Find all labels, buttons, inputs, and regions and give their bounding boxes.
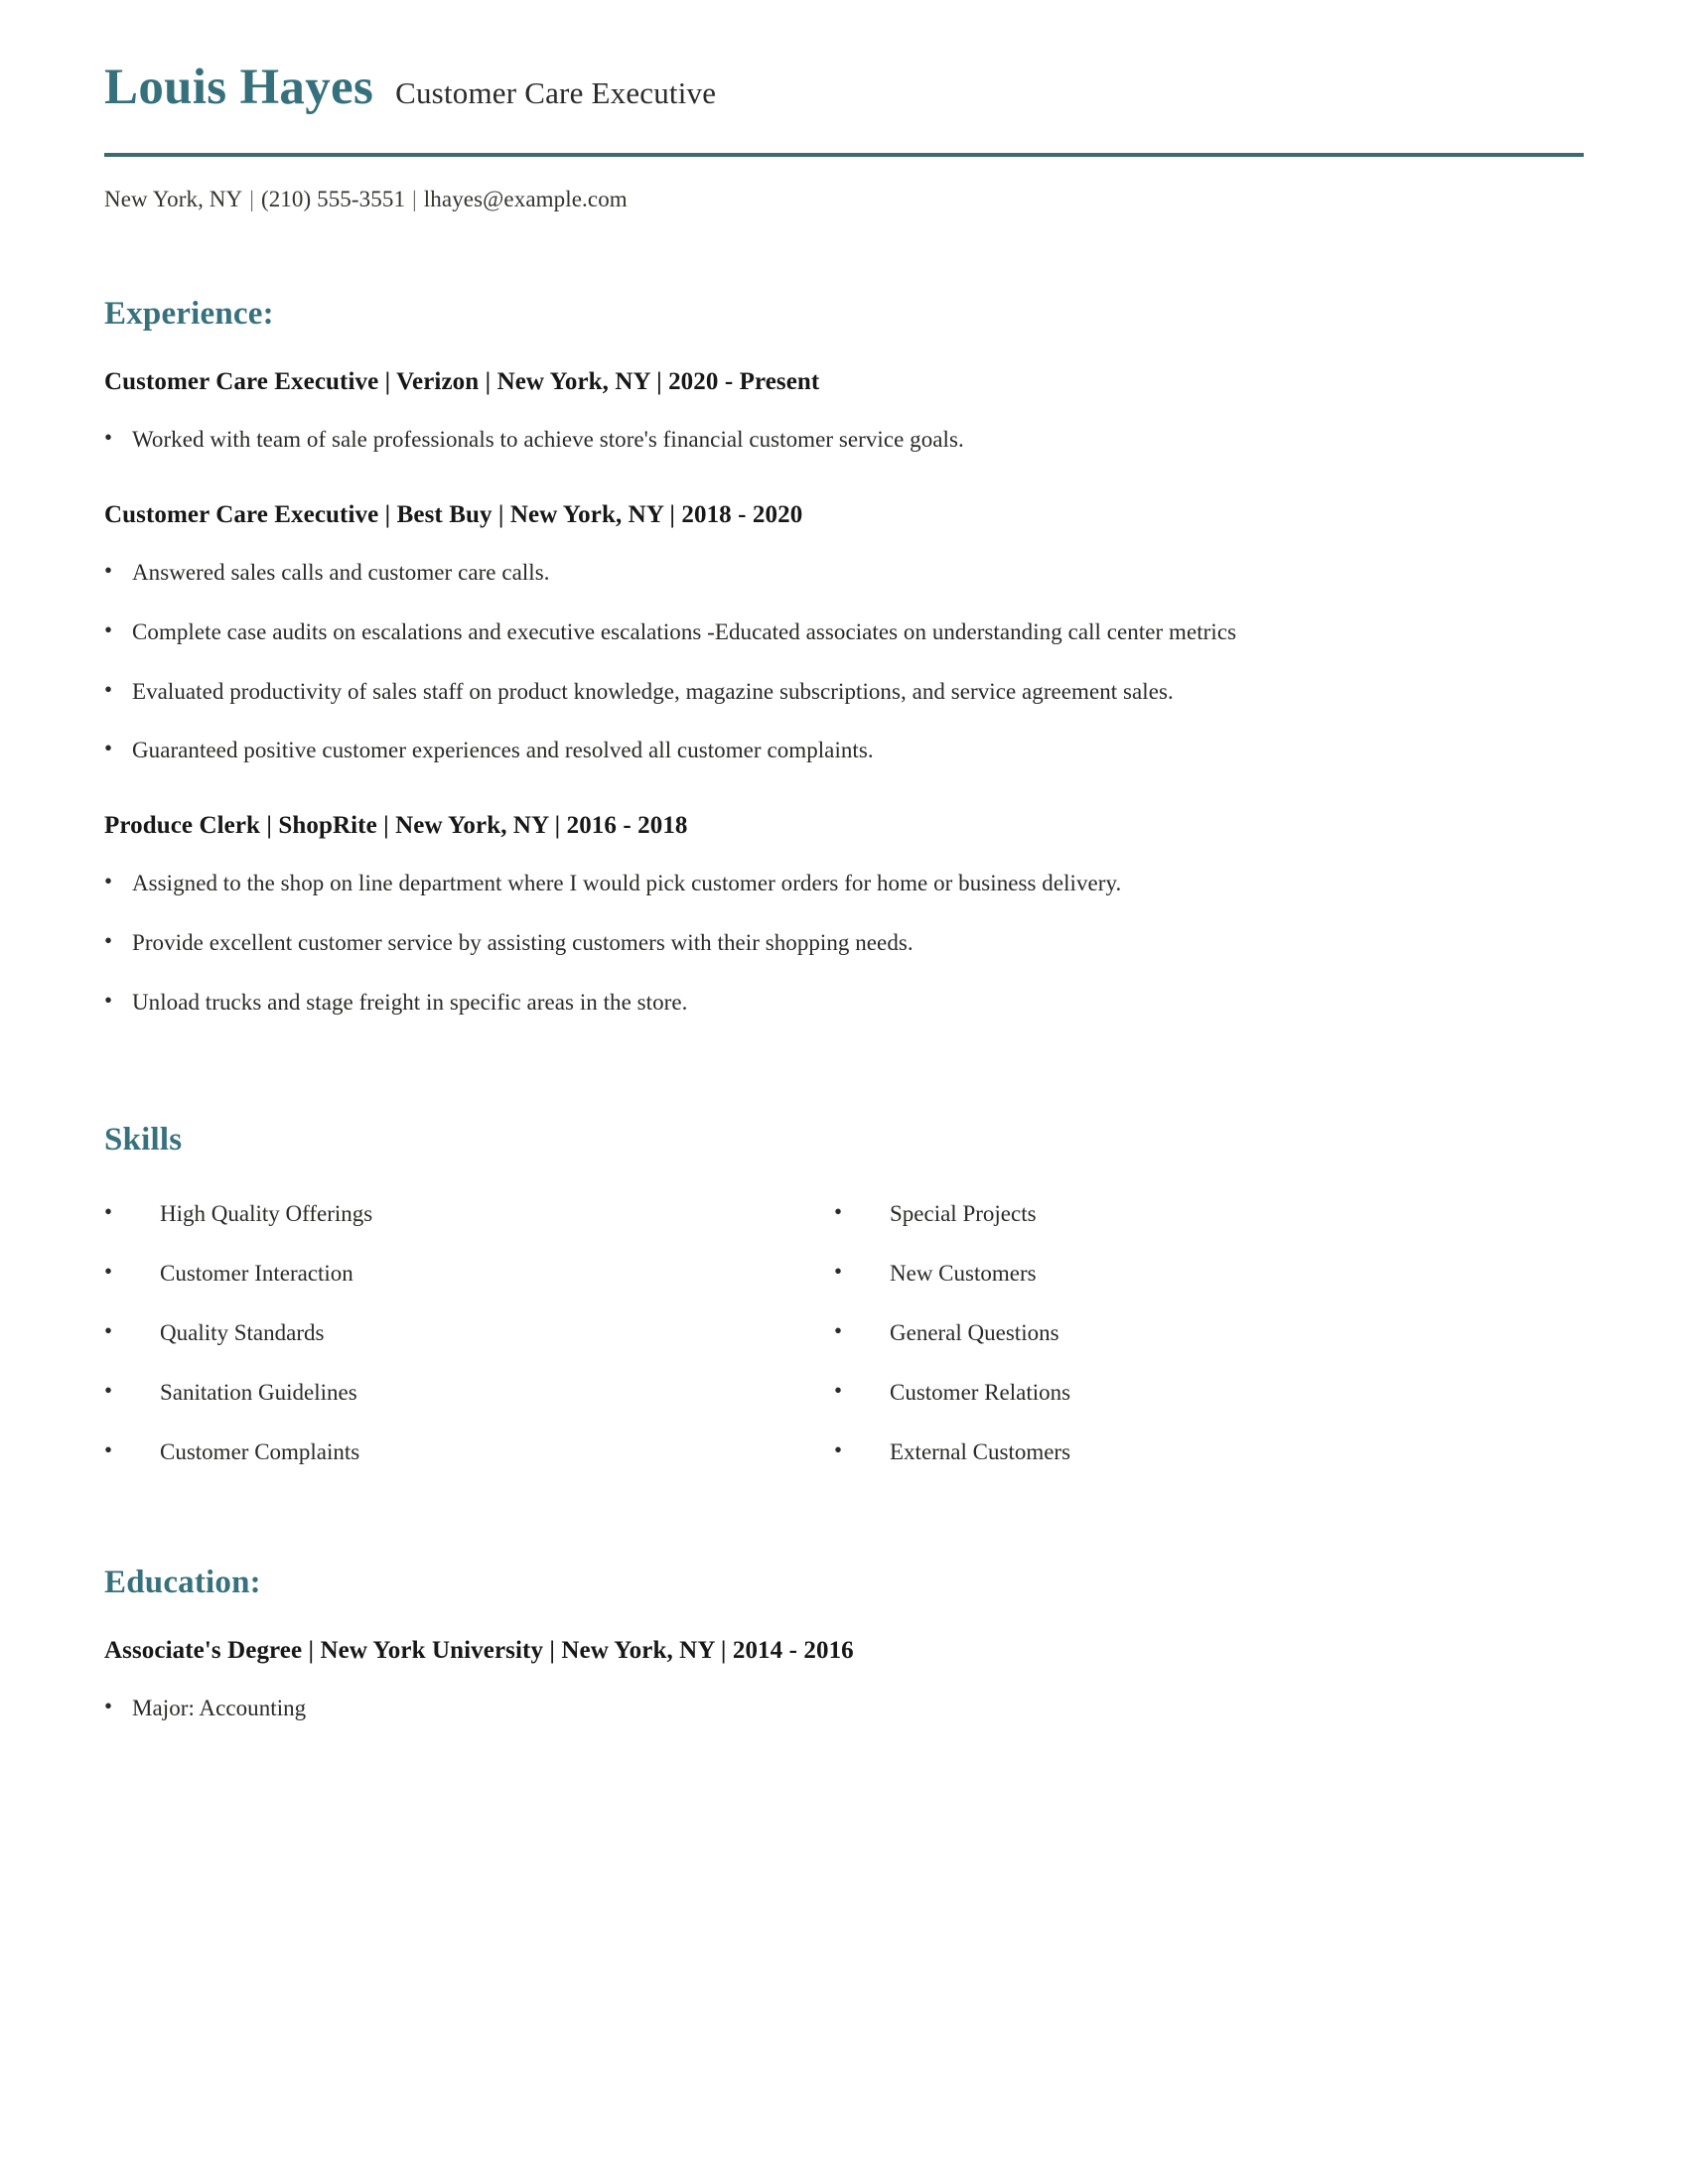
bullet-item: Assigned to the shop on line department … bbox=[104, 867, 1584, 898]
bullet-item: Answered sales calls and customer care c… bbox=[104, 556, 1584, 588]
skills-column-left: High Quality Offerings Customer Interact… bbox=[104, 1179, 834, 1466]
skill-item: Customer Complaints bbox=[104, 1435, 834, 1467]
bullet-item: Major: Accounting bbox=[104, 1692, 1584, 1723]
experience-entry-bullets: Worked with team of sale professionals t… bbox=[104, 423, 1584, 455]
skills-grid: High Quality Offerings Customer Interact… bbox=[104, 1158, 1584, 1466]
skills-section-title: Skills bbox=[104, 1121, 183, 1158]
skill-item: Sanitation Guidelines bbox=[104, 1376, 834, 1408]
header-divider bbox=[104, 152, 1584, 157]
experience-entry-heading: Customer Care Executive | Verizon | New … bbox=[104, 367, 820, 395]
skills-section: Skills High Quality Offerings Customer I… bbox=[104, 1018, 1584, 1467]
experience-entry-bullets: Answered sales calls and customer care c… bbox=[104, 556, 1584, 766]
skill-item: External Customers bbox=[834, 1435, 1564, 1467]
bullet-item: Guaranteed positive customer experiences… bbox=[104, 734, 1584, 765]
bullet-item: Unload trucks and stage freight in speci… bbox=[104, 986, 1584, 1018]
skill-item: Special Projects bbox=[834, 1197, 1564, 1229]
bullet-item: Provide excellent customer service by as… bbox=[104, 926, 1584, 958]
resume-page: Louis Hayes Customer Care Executive New … bbox=[0, 0, 1688, 2184]
skill-item: Quality Standards bbox=[104, 1316, 834, 1348]
name-and-title: Louis Hayes Customer Care Executive bbox=[104, 60, 1584, 115]
experience-entry: Customer Care Executive | Best Buy | New… bbox=[104, 455, 1584, 766]
education-entry-heading: Associate's Degree | New York University… bbox=[104, 1637, 854, 1665]
education-section: Education: Associate's Degree | New York… bbox=[104, 1467, 1584, 1723]
candidate-job-title: Customer Care Executive bbox=[395, 75, 717, 110]
experience-entry: Customer Care Executive | Verizon | New … bbox=[104, 332, 1584, 455]
education-entry-bullets: Major: Accounting bbox=[104, 1692, 1584, 1723]
experience-entry-heading: Customer Care Executive | Best Buy | New… bbox=[104, 500, 803, 528]
experience-section: Experience: Customer Care Executive | Ve… bbox=[104, 212, 1584, 1018]
contact-separator-2: | bbox=[412, 186, 417, 211]
skill-item: High Quality Offerings bbox=[104, 1197, 834, 1229]
candidate-name: Louis Hayes bbox=[104, 60, 374, 115]
contact-info: New York, NY | (210) 555-3551 | lhayes@examp… bbox=[104, 187, 1584, 212]
education-section-title: Education: bbox=[104, 1564, 261, 1600]
bullet-item: Evaluated productivity of sales staff on… bbox=[104, 675, 1584, 707]
contact-location: New York, NY bbox=[104, 186, 243, 211]
skill-item: Customer Relations bbox=[834, 1376, 1564, 1408]
experience-section-title: Experience: bbox=[104, 295, 274, 332]
contact-separator-1: | bbox=[249, 186, 254, 211]
experience-entry-bullets: Assigned to the shop on line department … bbox=[104, 867, 1584, 1018]
contact-email: lhayes@example.com bbox=[423, 186, 628, 211]
skill-item: General Questions bbox=[834, 1316, 1564, 1348]
skill-item: New Customers bbox=[834, 1257, 1564, 1289]
contact-phone: (210) 555-3551 bbox=[260, 186, 406, 211]
bullet-item: Worked with team of sale professionals t… bbox=[104, 423, 1584, 455]
skill-item: Customer Interaction bbox=[104, 1257, 834, 1289]
skills-column-right: Special Projects New Customers General Q… bbox=[834, 1179, 1564, 1466]
bullet-item: Complete case audits on escalations and … bbox=[104, 615, 1584, 647]
resume-header: Louis Hayes Customer Care Executive New … bbox=[104, 0, 1584, 212]
experience-entry-heading: Produce Clerk | ShopRite | New York, NY … bbox=[104, 812, 688, 840]
education-entry: Associate's Degree | New York University… bbox=[104, 1600, 1584, 1723]
experience-entry: Produce Clerk | ShopRite | New York, NY … bbox=[104, 765, 1584, 1018]
